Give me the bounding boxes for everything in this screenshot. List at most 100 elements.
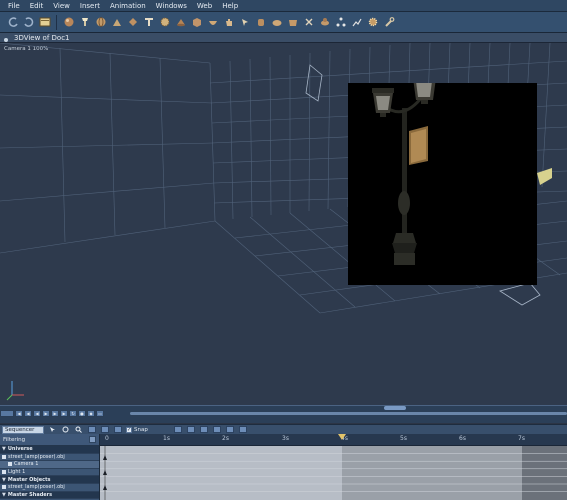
jar-icon[interactable] bbox=[254, 15, 267, 30]
ruler-tick: 5s bbox=[400, 435, 407, 442]
sphere-icon[interactable] bbox=[62, 15, 75, 30]
menu-help[interactable]: Help bbox=[222, 0, 238, 12]
sculpt-icon[interactable] bbox=[110, 15, 123, 30]
timeline-menu-icon[interactable] bbox=[0, 410, 14, 417]
key-ease-icon[interactable] bbox=[187, 426, 196, 434]
light-icon bbox=[2, 470, 6, 475]
menu-edit[interactable]: Edit bbox=[30, 0, 44, 12]
scissor-icon[interactable] bbox=[302, 15, 315, 30]
sequencer-mode-select[interactable]: Sequencer bbox=[2, 425, 44, 434]
gear-shape-icon[interactable] bbox=[158, 15, 171, 30]
snap-label: Snap bbox=[134, 426, 148, 433]
3d-viewport[interactable]: Camera 1 100% bbox=[0, 43, 567, 405]
track-lines bbox=[100, 446, 567, 500]
expand-triangle-icon[interactable]: ▼ bbox=[2, 446, 6, 452]
camera-icon bbox=[8, 462, 12, 467]
rewind-icon[interactable]: ◀ bbox=[15, 410, 23, 417]
funnel-icon[interactable] bbox=[270, 15, 283, 30]
object-icon bbox=[2, 485, 6, 490]
text-tool-icon[interactable] bbox=[142, 15, 155, 30]
expand-triangle-icon[interactable]: ▼ bbox=[2, 477, 6, 483]
blob-icon[interactable] bbox=[318, 15, 331, 30]
tree-row-master-shaders[interactable]: ▼ Master Shaders bbox=[0, 491, 99, 500]
tree-row-master-objects[interactable]: ▼ Master Objects bbox=[0, 476, 99, 484]
snap-toggle[interactable]: ✓ Snap bbox=[126, 426, 148, 433]
sequencer-tree: Filtering ▼ Universe street_lamp(poser).o… bbox=[0, 434, 100, 500]
timeline-knob[interactable] bbox=[384, 406, 406, 410]
expand-icon[interactable] bbox=[100, 426, 109, 434]
cone-icon[interactable] bbox=[174, 15, 187, 30]
rotate-icon[interactable] bbox=[61, 426, 70, 434]
tree-row-light[interactable]: Light 1 bbox=[0, 469, 99, 477]
chart-icon[interactable] bbox=[350, 15, 363, 30]
tree-row-universe[interactable]: ▼ Universe bbox=[0, 446, 99, 454]
step-back-icon[interactable]: ◀ bbox=[24, 410, 32, 417]
tree-row-camera[interactable]: Camera 1 bbox=[0, 461, 99, 469]
expand-triangle-icon[interactable]: ▼ bbox=[2, 492, 6, 498]
timeline-scrubber[interactable] bbox=[130, 412, 567, 415]
ruler-tick: 1s bbox=[163, 435, 170, 442]
viewport-titlebar: 3DView of Doc1 bbox=[0, 33, 567, 43]
menu-insert[interactable]: Insert bbox=[80, 0, 100, 12]
toolbar-separator bbox=[56, 14, 57, 30]
menu-windows[interactable]: Windows bbox=[156, 0, 187, 12]
tree-label: street_lamp(poser).obj bbox=[8, 484, 65, 491]
key-cut-icon[interactable] bbox=[213, 426, 222, 434]
tree-label: street_lamp(poser).obj bbox=[8, 453, 65, 460]
key-loop-icon[interactable] bbox=[239, 426, 248, 434]
cube-icon[interactable] bbox=[190, 15, 203, 30]
street-lamp-render bbox=[372, 75, 437, 265]
gear-icon[interactable] bbox=[366, 15, 379, 30]
bucket-icon[interactable] bbox=[286, 15, 299, 30]
zoom-icon[interactable] bbox=[74, 426, 83, 434]
current-time-marker-icon[interactable] bbox=[338, 434, 346, 442]
fit-icon[interactable] bbox=[87, 426, 96, 434]
record-icon[interactable]: ● bbox=[78, 410, 86, 417]
bowl-icon[interactable] bbox=[206, 15, 219, 30]
main-toolbar bbox=[0, 12, 567, 33]
fast-forward-icon[interactable]: ▶ bbox=[60, 410, 68, 417]
tree-label: Camera 1 bbox=[14, 461, 39, 468]
hand-icon[interactable] bbox=[222, 15, 235, 30]
keyframe-marker[interactable] bbox=[103, 455, 107, 460]
playback-controls: ◀ ◀ ◀ ▶ ▶ ▶ ↻ ● ◆ ▭ bbox=[0, 410, 104, 417]
play-back-icon[interactable]: ◀ bbox=[33, 410, 41, 417]
spotlight-icon[interactable] bbox=[78, 15, 91, 30]
ring-icon[interactable] bbox=[126, 15, 139, 30]
menu-animation[interactable]: Animation bbox=[110, 0, 146, 12]
tree-label: Master Objects bbox=[7, 476, 51, 483]
key-bounce-icon[interactable] bbox=[226, 426, 235, 434]
select-arrow-icon[interactable] bbox=[48, 426, 57, 434]
object-icon bbox=[2, 454, 6, 459]
menu-web[interactable]: Web bbox=[197, 0, 212, 12]
filter-icon[interactable] bbox=[113, 426, 122, 434]
filtering-row: Filtering bbox=[0, 434, 99, 446]
time-ruler[interactable]: 0 1s 2s 3s 4s 5s 6s 7s bbox=[100, 434, 567, 446]
redo-icon[interactable] bbox=[22, 15, 35, 30]
filtering-button[interactable] bbox=[89, 436, 96, 443]
trash-icon[interactable]: ▭ bbox=[96, 410, 104, 417]
sequencer-tracks[interactable] bbox=[100, 446, 567, 500]
menu-file[interactable]: File bbox=[8, 0, 20, 12]
pointer-icon[interactable] bbox=[238, 15, 251, 30]
nodes-icon[interactable] bbox=[334, 15, 347, 30]
key-icon[interactable]: ◆ bbox=[87, 410, 95, 417]
step-forward-icon[interactable]: ▶ bbox=[51, 410, 59, 417]
menu-view[interactable]: View bbox=[53, 0, 70, 12]
snap-checkbox[interactable]: ✓ bbox=[126, 426, 132, 433]
tree-label: Master Shaders bbox=[7, 491, 53, 498]
viewport-title: 3DView of Doc1 bbox=[14, 33, 70, 42]
keyframe-marker[interactable] bbox=[103, 485, 107, 490]
filtering-label: Filtering bbox=[3, 436, 26, 443]
key-linear-icon[interactable] bbox=[174, 426, 183, 434]
scroll-tool-icon[interactable] bbox=[38, 15, 51, 30]
wrench-icon[interactable] bbox=[382, 15, 395, 30]
keyframe-marker[interactable] bbox=[103, 470, 107, 475]
globe-icon[interactable] bbox=[94, 15, 107, 30]
tree-label: Universe bbox=[7, 446, 33, 453]
play-icon[interactable]: ▶ bbox=[42, 410, 50, 417]
key-step-icon[interactable] bbox=[200, 426, 209, 434]
loop-icon[interactable]: ↻ bbox=[69, 410, 77, 417]
tree-row-street-lamp[interactable]: street_lamp(poser).obj bbox=[0, 454, 99, 462]
tree-row-master-street-lamp[interactable]: street_lamp(poser).obj bbox=[0, 484, 99, 492]
